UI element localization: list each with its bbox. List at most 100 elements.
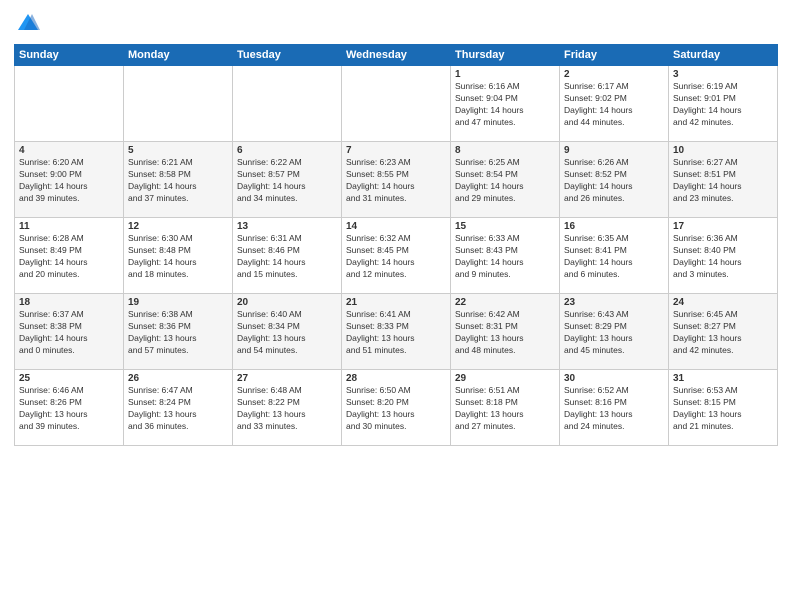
- day-info: Sunrise: 6:37 AM Sunset: 8:38 PM Dayligh…: [19, 309, 119, 357]
- calendar-cell: 14Sunrise: 6:32 AM Sunset: 8:45 PM Dayli…: [342, 218, 451, 294]
- page: SundayMondayTuesdayWednesdayThursdayFrid…: [0, 0, 792, 612]
- calendar-cell: 11Sunrise: 6:28 AM Sunset: 8:49 PM Dayli…: [15, 218, 124, 294]
- day-info: Sunrise: 6:48 AM Sunset: 8:22 PM Dayligh…: [237, 385, 337, 433]
- header-row: SundayMondayTuesdayWednesdayThursdayFrid…: [15, 45, 778, 66]
- calendar-cell: 23Sunrise: 6:43 AM Sunset: 8:29 PM Dayli…: [560, 294, 669, 370]
- day-number: 26: [128, 373, 228, 384]
- calendar-cell: [15, 66, 124, 142]
- calendar-cell: 2Sunrise: 6:17 AM Sunset: 9:02 PM Daylig…: [560, 66, 669, 142]
- day-number: 28: [346, 373, 446, 384]
- calendar-cell: 4Sunrise: 6:20 AM Sunset: 9:00 PM Daylig…: [15, 142, 124, 218]
- day-number: 7: [346, 145, 446, 156]
- day-info: Sunrise: 6:40 AM Sunset: 8:34 PM Dayligh…: [237, 309, 337, 357]
- day-number: 4: [19, 145, 119, 156]
- calendar-cell: 18Sunrise: 6:37 AM Sunset: 8:38 PM Dayli…: [15, 294, 124, 370]
- calendar-cell: 12Sunrise: 6:30 AM Sunset: 8:48 PM Dayli…: [124, 218, 233, 294]
- day-number: 5: [128, 145, 228, 156]
- header-cell-sunday: Sunday: [15, 45, 124, 66]
- calendar-cell: 27Sunrise: 6:48 AM Sunset: 8:22 PM Dayli…: [233, 370, 342, 446]
- day-info: Sunrise: 6:51 AM Sunset: 8:18 PM Dayligh…: [455, 385, 555, 433]
- day-info: Sunrise: 6:50 AM Sunset: 8:20 PM Dayligh…: [346, 385, 446, 433]
- calendar-cell: 16Sunrise: 6:35 AM Sunset: 8:41 PM Dayli…: [560, 218, 669, 294]
- day-info: Sunrise: 6:23 AM Sunset: 8:55 PM Dayligh…: [346, 157, 446, 205]
- logo-icon: [14, 10, 42, 38]
- day-info: Sunrise: 6:20 AM Sunset: 9:00 PM Dayligh…: [19, 157, 119, 205]
- calendar-cell: 15Sunrise: 6:33 AM Sunset: 8:43 PM Dayli…: [451, 218, 560, 294]
- day-info: Sunrise: 6:36 AM Sunset: 8:40 PM Dayligh…: [673, 233, 773, 281]
- day-number: 18: [19, 297, 119, 308]
- calendar-cell: 1Sunrise: 6:16 AM Sunset: 9:04 PM Daylig…: [451, 66, 560, 142]
- day-number: 12: [128, 221, 228, 232]
- day-info: Sunrise: 6:47 AM Sunset: 8:24 PM Dayligh…: [128, 385, 228, 433]
- week-row-2: 11Sunrise: 6:28 AM Sunset: 8:49 PM Dayli…: [15, 218, 778, 294]
- day-number: 17: [673, 221, 773, 232]
- day-info: Sunrise: 6:32 AM Sunset: 8:45 PM Dayligh…: [346, 233, 446, 281]
- header-cell-friday: Friday: [560, 45, 669, 66]
- calendar-cell: 17Sunrise: 6:36 AM Sunset: 8:40 PM Dayli…: [669, 218, 778, 294]
- day-info: Sunrise: 6:28 AM Sunset: 8:49 PM Dayligh…: [19, 233, 119, 281]
- day-number: 11: [19, 221, 119, 232]
- calendar-cell: [124, 66, 233, 142]
- calendar-cell: 7Sunrise: 6:23 AM Sunset: 8:55 PM Daylig…: [342, 142, 451, 218]
- day-info: Sunrise: 6:30 AM Sunset: 8:48 PM Dayligh…: [128, 233, 228, 281]
- day-number: 16: [564, 221, 664, 232]
- calendar-cell: 26Sunrise: 6:47 AM Sunset: 8:24 PM Dayli…: [124, 370, 233, 446]
- day-number: 23: [564, 297, 664, 308]
- week-row-0: 1Sunrise: 6:16 AM Sunset: 9:04 PM Daylig…: [15, 66, 778, 142]
- calendar-cell: 9Sunrise: 6:26 AM Sunset: 8:52 PM Daylig…: [560, 142, 669, 218]
- calendar-cell: 29Sunrise: 6:51 AM Sunset: 8:18 PM Dayli…: [451, 370, 560, 446]
- calendar-cell: 28Sunrise: 6:50 AM Sunset: 8:20 PM Dayli…: [342, 370, 451, 446]
- calendar-cell: 25Sunrise: 6:46 AM Sunset: 8:26 PM Dayli…: [15, 370, 124, 446]
- day-info: Sunrise: 6:26 AM Sunset: 8:52 PM Dayligh…: [564, 157, 664, 205]
- header-cell-saturday: Saturday: [669, 45, 778, 66]
- day-info: Sunrise: 6:35 AM Sunset: 8:41 PM Dayligh…: [564, 233, 664, 281]
- day-number: 21: [346, 297, 446, 308]
- day-info: Sunrise: 6:17 AM Sunset: 9:02 PM Dayligh…: [564, 81, 664, 129]
- day-info: Sunrise: 6:27 AM Sunset: 8:51 PM Dayligh…: [673, 157, 773, 205]
- day-info: Sunrise: 6:38 AM Sunset: 8:36 PM Dayligh…: [128, 309, 228, 357]
- day-info: Sunrise: 6:45 AM Sunset: 8:27 PM Dayligh…: [673, 309, 773, 357]
- day-number: 6: [237, 145, 337, 156]
- calendar-table: SundayMondayTuesdayWednesdayThursdayFrid…: [14, 44, 778, 446]
- header: [14, 10, 778, 38]
- day-number: 20: [237, 297, 337, 308]
- day-number: 3: [673, 69, 773, 80]
- header-cell-wednesday: Wednesday: [342, 45, 451, 66]
- day-number: 1: [455, 69, 555, 80]
- day-number: 19: [128, 297, 228, 308]
- calendar-cell: 30Sunrise: 6:52 AM Sunset: 8:16 PM Dayli…: [560, 370, 669, 446]
- logo: [14, 10, 46, 38]
- calendar-cell: 19Sunrise: 6:38 AM Sunset: 8:36 PM Dayli…: [124, 294, 233, 370]
- header-cell-monday: Monday: [124, 45, 233, 66]
- day-number: 13: [237, 221, 337, 232]
- day-info: Sunrise: 6:53 AM Sunset: 8:15 PM Dayligh…: [673, 385, 773, 433]
- day-info: Sunrise: 6:33 AM Sunset: 8:43 PM Dayligh…: [455, 233, 555, 281]
- day-number: 27: [237, 373, 337, 384]
- header-cell-thursday: Thursday: [451, 45, 560, 66]
- day-number: 30: [564, 373, 664, 384]
- day-number: 22: [455, 297, 555, 308]
- day-info: Sunrise: 6:42 AM Sunset: 8:31 PM Dayligh…: [455, 309, 555, 357]
- day-number: 9: [564, 145, 664, 156]
- day-number: 29: [455, 373, 555, 384]
- calendar-cell: 6Sunrise: 6:22 AM Sunset: 8:57 PM Daylig…: [233, 142, 342, 218]
- calendar-cell: 20Sunrise: 6:40 AM Sunset: 8:34 PM Dayli…: [233, 294, 342, 370]
- day-number: 25: [19, 373, 119, 384]
- calendar-cell: 22Sunrise: 6:42 AM Sunset: 8:31 PM Dayli…: [451, 294, 560, 370]
- day-info: Sunrise: 6:41 AM Sunset: 8:33 PM Dayligh…: [346, 309, 446, 357]
- day-info: Sunrise: 6:52 AM Sunset: 8:16 PM Dayligh…: [564, 385, 664, 433]
- header-cell-tuesday: Tuesday: [233, 45, 342, 66]
- day-number: 14: [346, 221, 446, 232]
- day-number: 8: [455, 145, 555, 156]
- calendar-cell: [342, 66, 451, 142]
- calendar-cell: [233, 66, 342, 142]
- week-row-3: 18Sunrise: 6:37 AM Sunset: 8:38 PM Dayli…: [15, 294, 778, 370]
- calendar-cell: 8Sunrise: 6:25 AM Sunset: 8:54 PM Daylig…: [451, 142, 560, 218]
- day-number: 31: [673, 373, 773, 384]
- day-number: 2: [564, 69, 664, 80]
- day-number: 24: [673, 297, 773, 308]
- day-info: Sunrise: 6:19 AM Sunset: 9:01 PM Dayligh…: [673, 81, 773, 129]
- calendar-cell: 10Sunrise: 6:27 AM Sunset: 8:51 PM Dayli…: [669, 142, 778, 218]
- calendar-cell: 5Sunrise: 6:21 AM Sunset: 8:58 PM Daylig…: [124, 142, 233, 218]
- day-info: Sunrise: 6:21 AM Sunset: 8:58 PM Dayligh…: [128, 157, 228, 205]
